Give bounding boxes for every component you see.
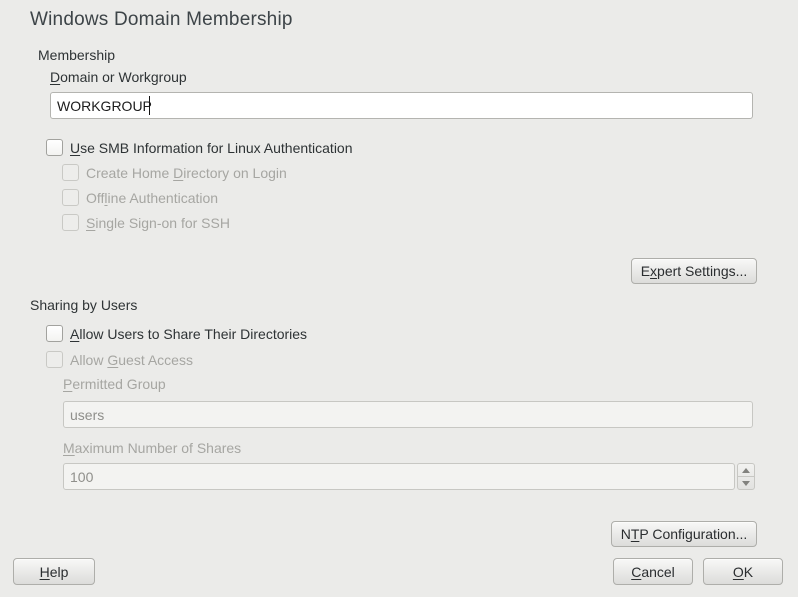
allow-users-share-label: Allow Users to Share Their Directories [70,326,307,342]
spinner-up-button [738,464,754,477]
spinner-down-button [738,477,754,489]
permitted-group-input [63,401,753,428]
single-sign-on-checkbox: Single Sign-on for SSH [62,214,230,231]
cancel-button[interactable]: Cancel [613,558,693,585]
domain-workgroup-input[interactable] [50,92,753,119]
permitted-group-label: Permitted Group [63,376,166,392]
smb-auth-checkbox[interactable]: Use SMB Information for Linux Authentica… [46,139,353,156]
create-home-directory-checkbox: Create Home Directory on Login [62,164,287,181]
max-shares-input [63,463,735,490]
smb-auth-label: Use SMB Information for Linux Authentica… [70,140,353,156]
membership-section-label: Membership [38,47,115,63]
allow-guest-access-label: Allow Guest Access [70,352,193,368]
sharing-section-label: Sharing by Users [30,297,137,313]
checkbox-unchecked-icon [46,139,63,156]
max-shares-spinner [737,463,755,490]
max-shares-field [63,463,735,490]
create-home-directory-label: Create Home Directory on Login [86,165,287,181]
max-shares-label: Maximum Number of Shares [63,440,241,456]
checkbox-unchecked-icon [62,214,79,231]
allow-guest-access-checkbox: Allow Guest Access [46,351,193,368]
expert-settings-button[interactable]: Expert Settings... [631,258,757,284]
arrow-up-icon [742,468,750,473]
offline-authentication-label: Offline Authentication [86,190,218,206]
text-cursor [149,96,150,115]
checkbox-unchecked-icon [46,325,63,342]
offline-authentication-checkbox: Offline Authentication [62,189,218,206]
arrow-down-icon [742,481,750,486]
windows-domain-membership-dialog: Windows Domain Membership Membership Dom… [0,0,798,597]
checkbox-unchecked-icon [62,189,79,206]
page-title: Windows Domain Membership [30,9,293,31]
permitted-group-field [63,401,753,428]
domain-workgroup-field [50,92,753,119]
help-button[interactable]: Help [13,558,95,585]
checkbox-unchecked-icon [62,164,79,181]
domain-workgroup-label: Domain or Workgroup [50,69,187,85]
single-sign-on-label: Single Sign-on for SSH [86,215,230,231]
checkbox-unchecked-icon [46,351,63,368]
ok-button[interactable]: OK [703,558,783,585]
ntp-configuration-button[interactable]: NTP Configuration... [611,521,757,547]
allow-users-share-checkbox[interactable]: Allow Users to Share Their Directories [46,325,307,342]
